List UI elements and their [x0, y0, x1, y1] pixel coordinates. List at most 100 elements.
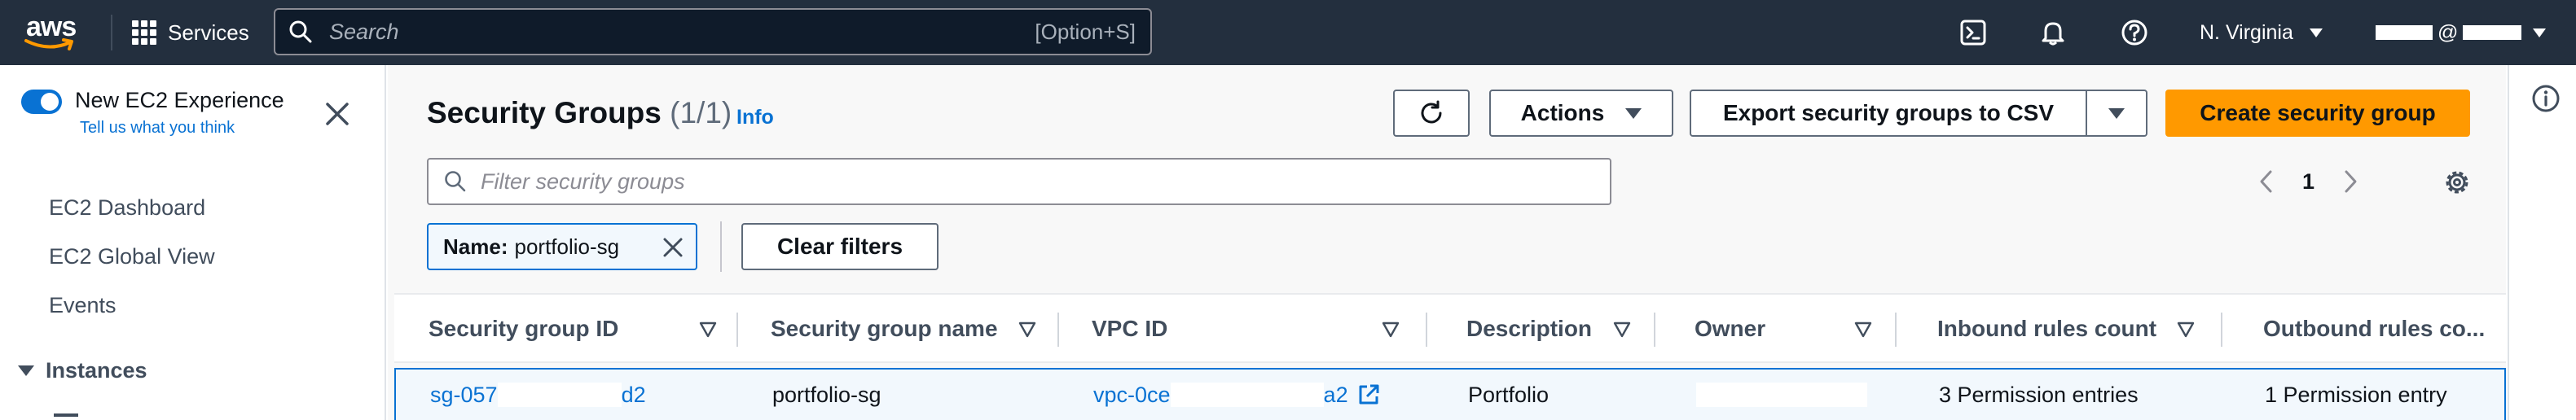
- column-header-description[interactable]: Description: [1466, 295, 1592, 363]
- clear-filters-label: Clear filters: [776, 234, 903, 259]
- vpc-id-suffix: a2: [1323, 382, 1348, 407]
- redacted-account-id: [2463, 25, 2522, 40]
- new-experience-title: New EC2 Experience: [75, 88, 284, 112]
- top-navigation: aws Services [Option+S]: [0, 0, 2576, 65]
- chevron-down-icon: [2309, 28, 2323, 37]
- main-content: Security Groups (1/1) Info Actions Expor…: [388, 65, 2506, 420]
- info-icon[interactable]: [2530, 83, 2561, 114]
- filter-divider: [720, 221, 722, 272]
- column-divider: [1654, 313, 1655, 347]
- caret-down-icon: [1625, 107, 1642, 119]
- services-grid-icon: [132, 20, 156, 45]
- sort-icon[interactable]: [1854, 321, 1872, 339]
- filter-token-key: Name:: [443, 234, 508, 259]
- export-csv-button[interactable]: Export security groups to CSV: [1690, 90, 2087, 137]
- sort-icon[interactable]: [1382, 321, 1400, 339]
- caret-down-icon: [18, 365, 34, 376]
- chevron-left-icon[interactable]: [2258, 169, 2275, 194]
- column-divider: [736, 313, 738, 347]
- aws-smile-icon: [24, 38, 73, 50]
- sidebar-item-events[interactable]: Events: [49, 293, 116, 318]
- sort-icon[interactable]: [1613, 321, 1631, 339]
- global-search-input[interactable]: [327, 18, 1035, 46]
- bell-icon[interactable]: [2037, 16, 2069, 49]
- global-search-bar[interactable]: [Option+S]: [274, 8, 1152, 55]
- create-security-group-button[interactable]: Create security group: [2165, 90, 2470, 137]
- info-link[interactable]: Info: [736, 106, 774, 129]
- sidebar-section-label: Instances: [46, 358, 147, 383]
- column-header-owner[interactable]: Owner: [1695, 295, 1765, 363]
- page-title-text: Security Groups: [427, 96, 662, 129]
- clear-filters-button[interactable]: Clear filters: [741, 223, 939, 270]
- redacted-owner: [1696, 383, 1867, 407]
- close-icon[interactable]: [323, 99, 352, 129]
- chevron-down-icon: [2533, 28, 2547, 37]
- region-selector[interactable]: N. Virginia: [2200, 16, 2323, 49]
- create-security-group-label: Create security group: [2200, 100, 2436, 125]
- services-menu-button[interactable]: Services: [132, 16, 249, 49]
- page-title: Security Groups (1/1): [427, 96, 732, 130]
- column-header-outbound-rules-count[interactable]: Outbound rules co...: [2263, 295, 2485, 363]
- search-icon: [445, 171, 466, 192]
- column-header-security-group-id[interactable]: Security group ID: [429, 295, 618, 363]
- actions-label: Actions: [1520, 100, 1605, 125]
- search-icon: [289, 20, 312, 43]
- region-label: N. Virginia: [2200, 20, 2293, 44]
- filter-token: Name: portfolio-sg: [427, 223, 697, 270]
- sort-icon[interactable]: [2177, 321, 2195, 339]
- vpc-id-prefix: vpc-0ce: [1093, 382, 1171, 407]
- redacted-vpc-segment: [1170, 383, 1324, 407]
- current-page-number[interactable]: 1: [2302, 169, 2314, 195]
- sidebar-section-instances[interactable]: Instances: [18, 358, 147, 383]
- account-menu[interactable]: @: [2376, 16, 2547, 49]
- filter-bar[interactable]: [427, 158, 1611, 205]
- help-icon[interactable]: [2118, 16, 2151, 49]
- side-navigation: New EC2 Experience Tell us what you thin…: [0, 65, 386, 420]
- refresh-icon: [1421, 100, 1442, 124]
- search-shortcut-hint: [Option+S]: [1035, 19, 1136, 44]
- column-header-vpc-id[interactable]: VPC ID: [1092, 295, 1167, 363]
- cloudshell-icon[interactable]: [1957, 16, 1989, 49]
- owner-cell: [1696, 370, 1867, 420]
- security-group-id-link[interactable]: sg-057 d2: [430, 370, 646, 420]
- refresh-button[interactable]: [1393, 90, 1470, 137]
- export-csv-label: Export security groups to CSV: [1722, 100, 2055, 125]
- sidebar-item-ec2-global-view[interactable]: EC2 Global View: [49, 244, 215, 269]
- feedback-link[interactable]: Tell us what you think: [80, 119, 235, 138]
- column-header-inbound-rules-count[interactable]: Inbound rules count: [1937, 295, 2156, 363]
- actions-button[interactable]: Actions: [1489, 90, 1673, 137]
- security-group-id-suffix: d2: [621, 382, 646, 407]
- account-at-sign: @: [2438, 20, 2459, 44]
- toggle-knob: [41, 93, 59, 111]
- close-icon[interactable]: [662, 236, 684, 259]
- security-group-id-prefix: sg-057: [430, 382, 498, 407]
- sort-icon[interactable]: [1018, 321, 1036, 339]
- caret-down-icon: [2108, 107, 2125, 119]
- table-row[interactable]: sg-057 d2 portfolio-sg vpc-0ce a2 Portfo…: [394, 368, 2506, 420]
- sort-icon[interactable]: [699, 321, 717, 339]
- resource-count: (1/1): [670, 96, 732, 129]
- export-options-dropdown[interactable]: [2086, 90, 2147, 137]
- external-link-icon: [1359, 384, 1379, 405]
- table-header: Security group ID Security group name VP…: [394, 293, 2506, 363]
- inbound-rules-count-cell: 3 Permission entries: [1939, 382, 2139, 407]
- column-divider: [1895, 313, 1897, 347]
- gear-icon[interactable]: [2441, 166, 2473, 199]
- redacted-id-segment: [497, 383, 622, 407]
- column-divider: [2221, 313, 2222, 347]
- filter-token-value: portfolio-sg: [514, 234, 620, 259]
- aws-logo[interactable]: aws: [20, 10, 85, 55]
- filter-input[interactable]: [479, 168, 1610, 195]
- nav-divider: [111, 15, 112, 50]
- sidebar-item-ec2-dashboard[interactable]: EC2 Dashboard: [49, 195, 205, 221]
- new-experience-toggle[interactable]: [21, 90, 62, 114]
- column-header-security-group-name[interactable]: Security group name: [771, 295, 998, 363]
- chevron-right-icon[interactable]: [2342, 169, 2358, 194]
- sidebar-item-partial: [54, 409, 78, 417]
- redacted-account-name: [2376, 25, 2433, 40]
- vpc-id-link[interactable]: vpc-0ce a2: [1093, 370, 1381, 420]
- description-cell: Portfolio: [1468, 382, 1550, 407]
- help-panel-rail: [2508, 65, 2576, 420]
- outbound-rules-count-cell: 1 Permission entry: [2265, 382, 2447, 407]
- column-divider: [1057, 313, 1059, 347]
